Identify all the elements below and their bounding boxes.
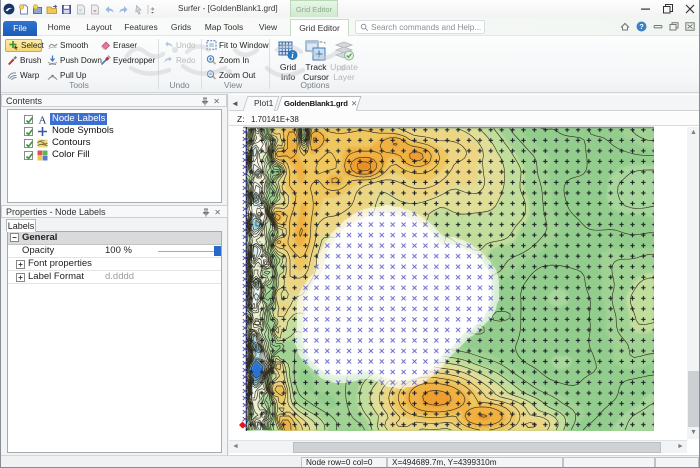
svg-text:?: ? [639,22,644,31]
svg-text:A: A [39,114,47,125]
